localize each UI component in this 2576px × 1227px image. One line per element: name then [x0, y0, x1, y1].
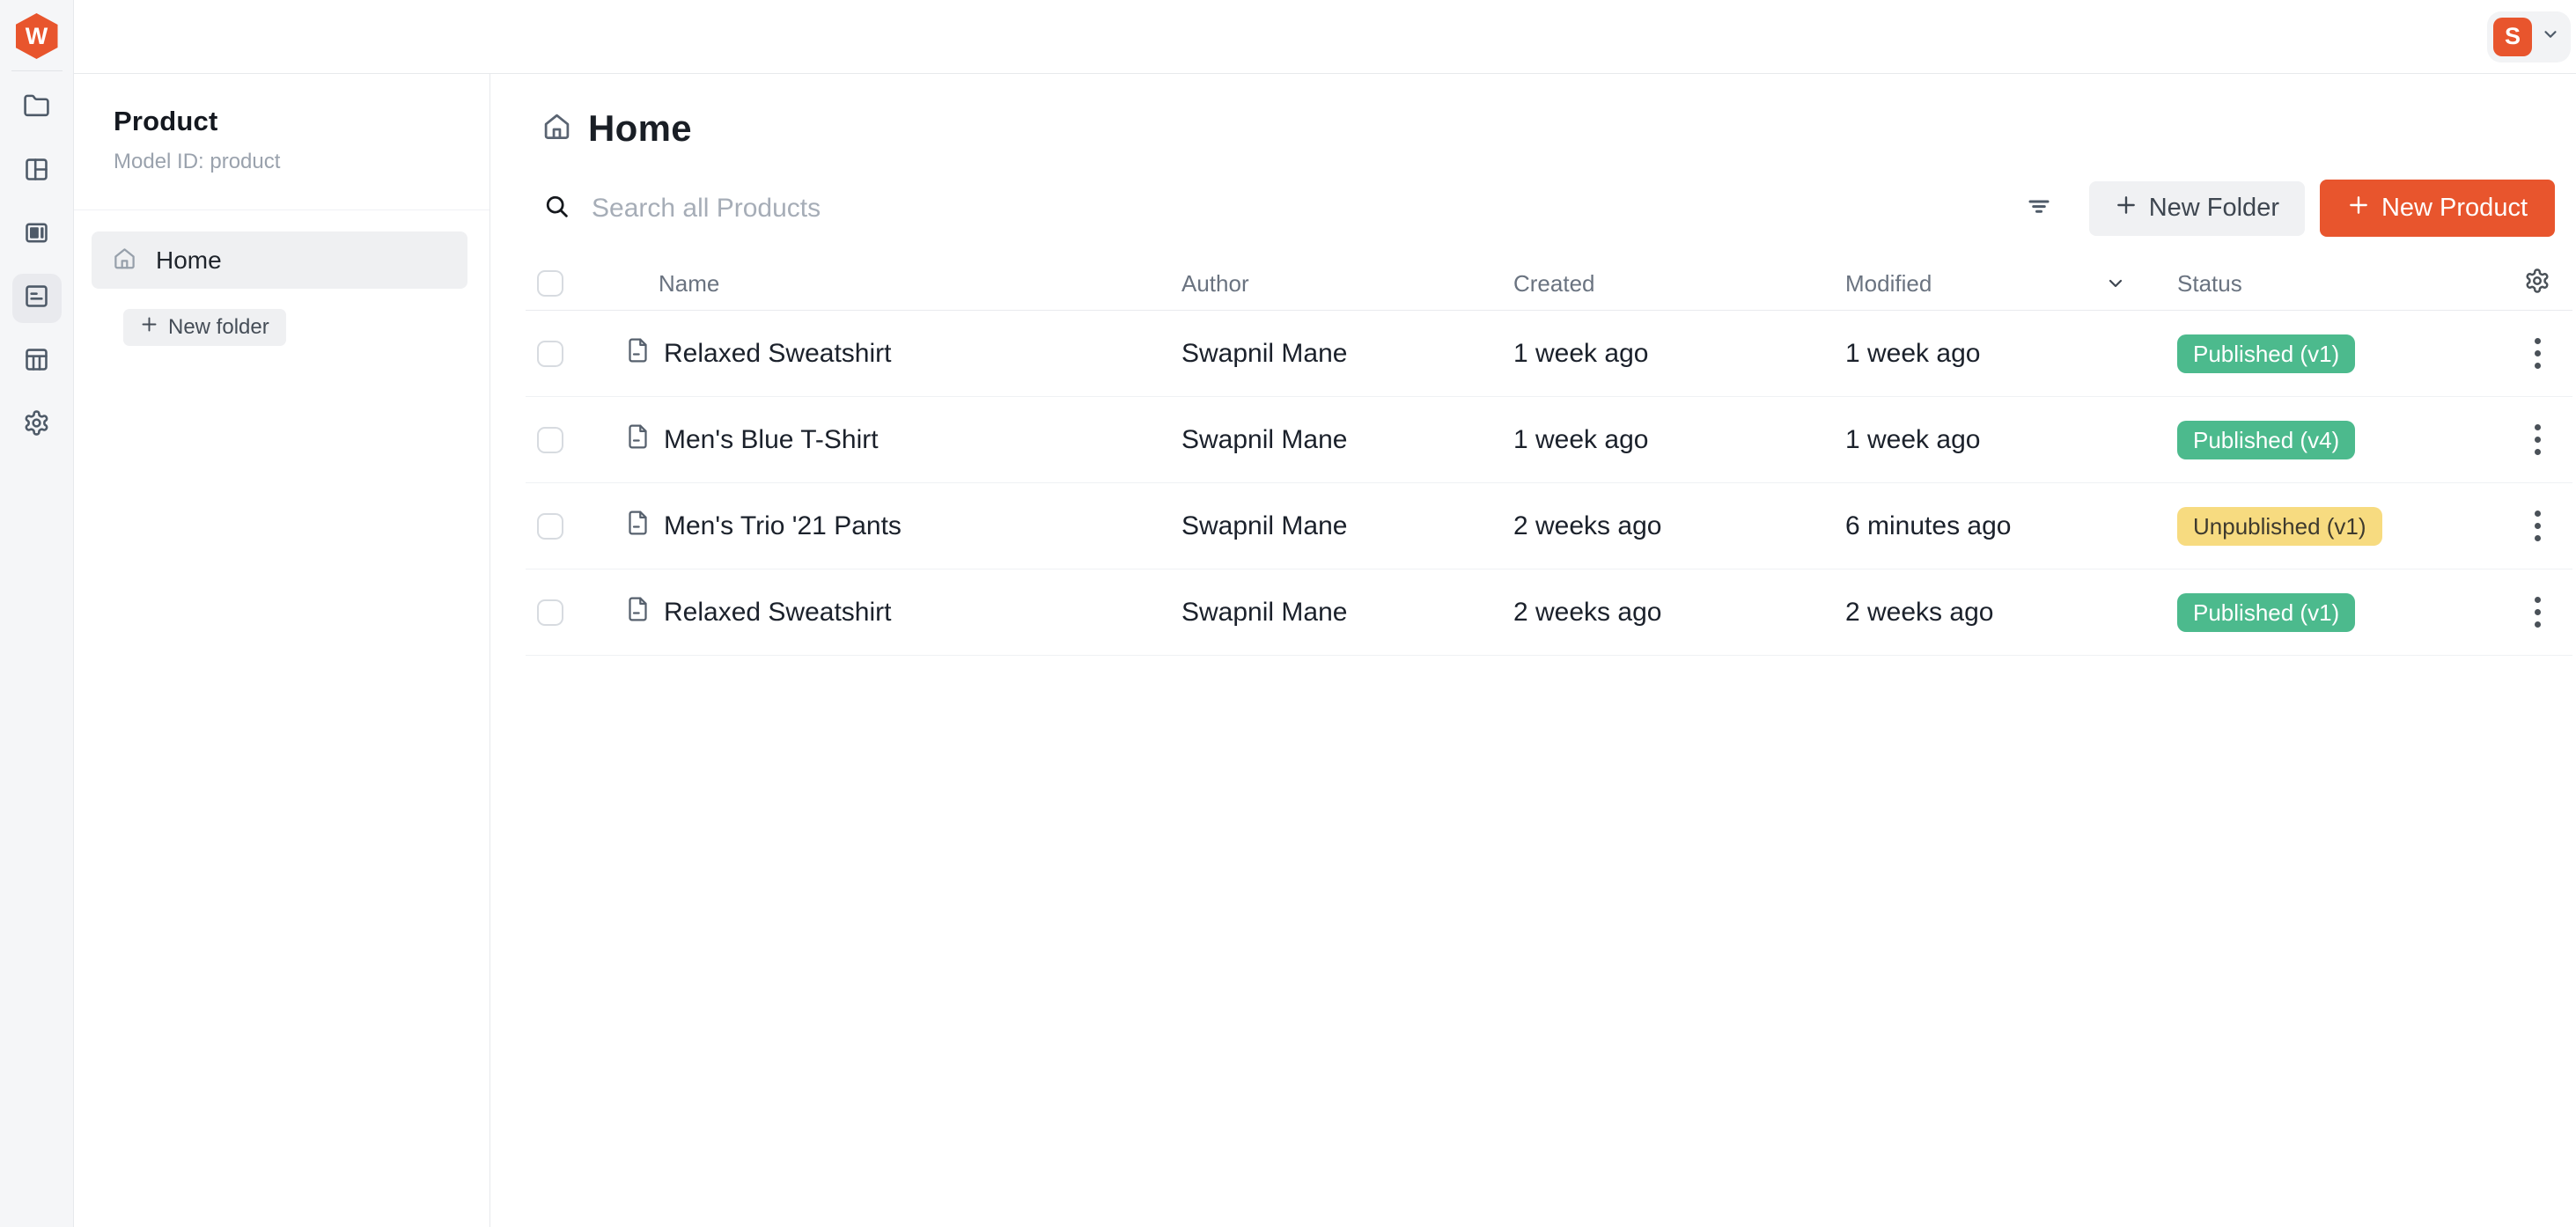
- row-checkbox[interactable]: [537, 341, 563, 367]
- table-header-row: Name Author Created Modified Status: [526, 257, 2572, 311]
- avatar-initial: S: [2505, 23, 2521, 50]
- home-icon: [113, 246, 136, 275]
- status-badge: Published (v4): [2177, 421, 2355, 459]
- row-menu-button[interactable]: [2529, 333, 2546, 374]
- entry-name[interactable]: Relaxed Sweatshirt: [664, 598, 891, 628]
- status-badge: Unpublished (v1): [2177, 507, 2382, 546]
- user-menu[interactable]: S: [2487, 11, 2571, 62]
- main-content: Home New Folder New Product Name: [490, 74, 2576, 1227]
- rail-item-content-entries[interactable]: [12, 274, 62, 323]
- column-header-created[interactable]: Created: [1513, 270, 1845, 298]
- document-icon: [626, 337, 650, 371]
- document-icon: [626, 423, 650, 457]
- model-header: Product Model ID: product: [74, 74, 489, 210]
- sort-chevron-down-icon[interactable]: [2105, 273, 2126, 294]
- table-row[interactable]: Relaxed Sweatshirt Swapnil Mane 2 weeks …: [526, 569, 2572, 656]
- page-title: Home: [588, 107, 692, 150]
- row-menu-button[interactable]: [2529, 591, 2546, 633]
- entry-author: Swapnil Mane: [1181, 598, 1513, 628]
- content-entries-icon: [23, 283, 50, 314]
- sidebar-item-label: Home: [156, 246, 222, 275]
- row-menu-button[interactable]: [2529, 505, 2546, 547]
- table-settings-button[interactable]: [2502, 268, 2572, 300]
- new-folder-button-label: New Folder: [2149, 194, 2279, 223]
- entry-modified: 1 week ago: [1845, 339, 2177, 369]
- search-box: [544, 194, 2026, 224]
- filter-icon: [2026, 193, 2052, 224]
- page-blocks-icon: [23, 219, 50, 251]
- row-menu-button[interactable]: [2529, 419, 2546, 460]
- toolbar: New Folder New Product: [544, 180, 2555, 237]
- column-header-modified[interactable]: Modified: [1845, 270, 2177, 298]
- entries-table: Name Author Created Modified Status Rela…: [526, 257, 2572, 656]
- home-icon: [542, 112, 571, 145]
- entry-modified: 2 weeks ago: [1845, 598, 2177, 628]
- row-checkbox[interactable]: [537, 513, 563, 540]
- table-row[interactable]: Relaxed Sweatshirt Swapnil Mane 1 week a…: [526, 311, 2572, 397]
- column-header-status: Status: [2177, 270, 2502, 298]
- search-icon: [544, 194, 570, 224]
- entry-modified: 6 minutes ago: [1845, 511, 2177, 541]
- search-input[interactable]: [592, 194, 2026, 224]
- settings-icon: [23, 409, 50, 441]
- new-folder-label: New folder: [168, 315, 269, 340]
- rail-item-structures[interactable]: [12, 337, 62, 386]
- table-icon: [23, 346, 50, 378]
- rail-item-settings[interactable]: [12, 400, 62, 450]
- row-checkbox[interactable]: [537, 599, 563, 626]
- entry-created: 1 week ago: [1513, 425, 1845, 455]
- rail-divider: [11, 70, 63, 71]
- new-folder-button[interactable]: New Folder: [2089, 181, 2305, 236]
- rail-item-page-builder[interactable]: [12, 147, 62, 196]
- entry-created: 1 week ago: [1513, 339, 1845, 369]
- column-header-name[interactable]: Name: [626, 270, 1181, 298]
- entry-created: 2 weeks ago: [1513, 598, 1845, 628]
- avatar: S: [2493, 18, 2532, 56]
- folder-icon: [23, 92, 50, 124]
- rail-item-file-manager[interactable]: [12, 84, 62, 133]
- model-title: Product: [114, 106, 463, 137]
- row-checkbox[interactable]: [537, 427, 563, 453]
- logo-letter: W: [26, 23, 48, 50]
- gear-icon: [2524, 268, 2550, 300]
- model-id: Model ID: product: [114, 150, 463, 174]
- entry-author: Swapnil Mane: [1181, 511, 1513, 541]
- model-sidebar: Product Model ID: product Home New folde…: [74, 74, 490, 1227]
- top-bar: S: [74, 0, 2576, 74]
- app-rail: W: [0, 0, 74, 1227]
- entry-name[interactable]: Men's Blue T-Shirt: [664, 425, 879, 455]
- page-header: Home: [542, 107, 2576, 150]
- status-badge: Published (v1): [2177, 593, 2355, 632]
- entry-created: 2 weeks ago: [1513, 511, 1845, 541]
- plus-icon: [140, 315, 158, 340]
- document-icon: [626, 596, 650, 629]
- sidebar-item-home[interactable]: Home: [92, 231, 467, 289]
- new-product-button[interactable]: New Product: [2320, 180, 2555, 237]
- entry-name[interactable]: Relaxed Sweatshirt: [664, 339, 891, 369]
- select-all-checkbox[interactable]: [537, 270, 563, 297]
- rail-item-page-blocks[interactable]: [12, 210, 62, 260]
- entry-modified: 1 week ago: [1845, 425, 2177, 455]
- chevron-down-icon: [2541, 25, 2560, 48]
- app-window: W S Product: [0, 0, 2576, 1227]
- new-product-button-label: New Product: [2381, 194, 2528, 223]
- sidebar-new-folder-button[interactable]: New folder: [123, 309, 286, 346]
- status-badge: Published (v1): [2177, 334, 2355, 373]
- entry-name[interactable]: Men's Trio '21 Pants: [664, 511, 902, 541]
- filter-button[interactable]: [2026, 193, 2052, 224]
- entry-author: Swapnil Mane: [1181, 425, 1513, 455]
- entry-author: Swapnil Mane: [1181, 339, 1513, 369]
- table-row[interactable]: Men's Trio '21 Pants Swapnil Mane 2 week…: [526, 483, 2572, 569]
- table-row[interactable]: Men's Blue T-Shirt Swapnil Mane 1 week a…: [526, 397, 2572, 483]
- document-icon: [626, 510, 650, 543]
- plus-icon: [2115, 194, 2138, 224]
- column-header-author[interactable]: Author: [1181, 270, 1513, 298]
- layout-icon: [23, 156, 50, 187]
- plus-icon: [2347, 194, 2370, 224]
- webiny-logo[interactable]: W: [16, 13, 58, 59]
